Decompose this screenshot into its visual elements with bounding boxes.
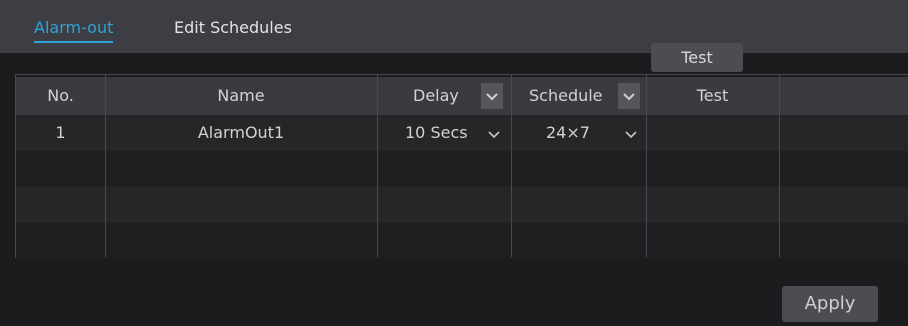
table-row-empty [16,151,908,187]
tab-edit-schedules[interactable]: Edit Schedules [174,18,292,37]
chevron-down-icon [486,93,498,101]
apply-button[interactable]: Apply [782,286,878,322]
table-header: No. Name Delay Schedule Test [16,77,908,115]
tab-bar: Alarm-out Edit Schedules [0,0,908,53]
column-header-test: Test [696,86,729,105]
row-name: AlarmOut1 [197,123,285,142]
table-row-empty [16,187,908,223]
column-header-no: No. [47,86,74,105]
delay-header-dropdown[interactable] [481,83,503,109]
tab-alarm-out[interactable]: Alarm-out [34,18,114,43]
schedule-header-dropdown[interactable] [618,83,640,109]
column-header-delay: Delay [413,86,459,105]
test-button[interactable]: Test [651,43,743,72]
column-divider [377,75,378,257]
column-divider [511,75,512,257]
column-header-name: Name [217,86,265,105]
column-divider [779,75,780,257]
chevron-down-icon [623,93,635,101]
delay-select[interactable] [485,125,503,143]
schedule-select[interactable] [622,125,640,143]
alarm-out-table: No. Name Delay Schedule Test 1 AlarmOut1… [15,74,908,259]
column-divider [646,75,647,257]
delay-select-value[interactable]: 10 Secs [405,115,485,151]
chevron-down-icon [625,131,637,139]
table-row: 1 AlarmOut1 10 Secs 24×7 [16,115,908,151]
alarm-out-panel: Alarm-out Edit Schedules No. Name Delay … [0,0,908,326]
chevron-down-icon [488,131,500,139]
table-row-empty [16,223,908,259]
column-divider [105,75,106,257]
column-header-schedule: Schedule [529,86,603,105]
schedule-select-value[interactable]: 24×7 [546,115,616,151]
row-no: 1 [55,123,66,142]
